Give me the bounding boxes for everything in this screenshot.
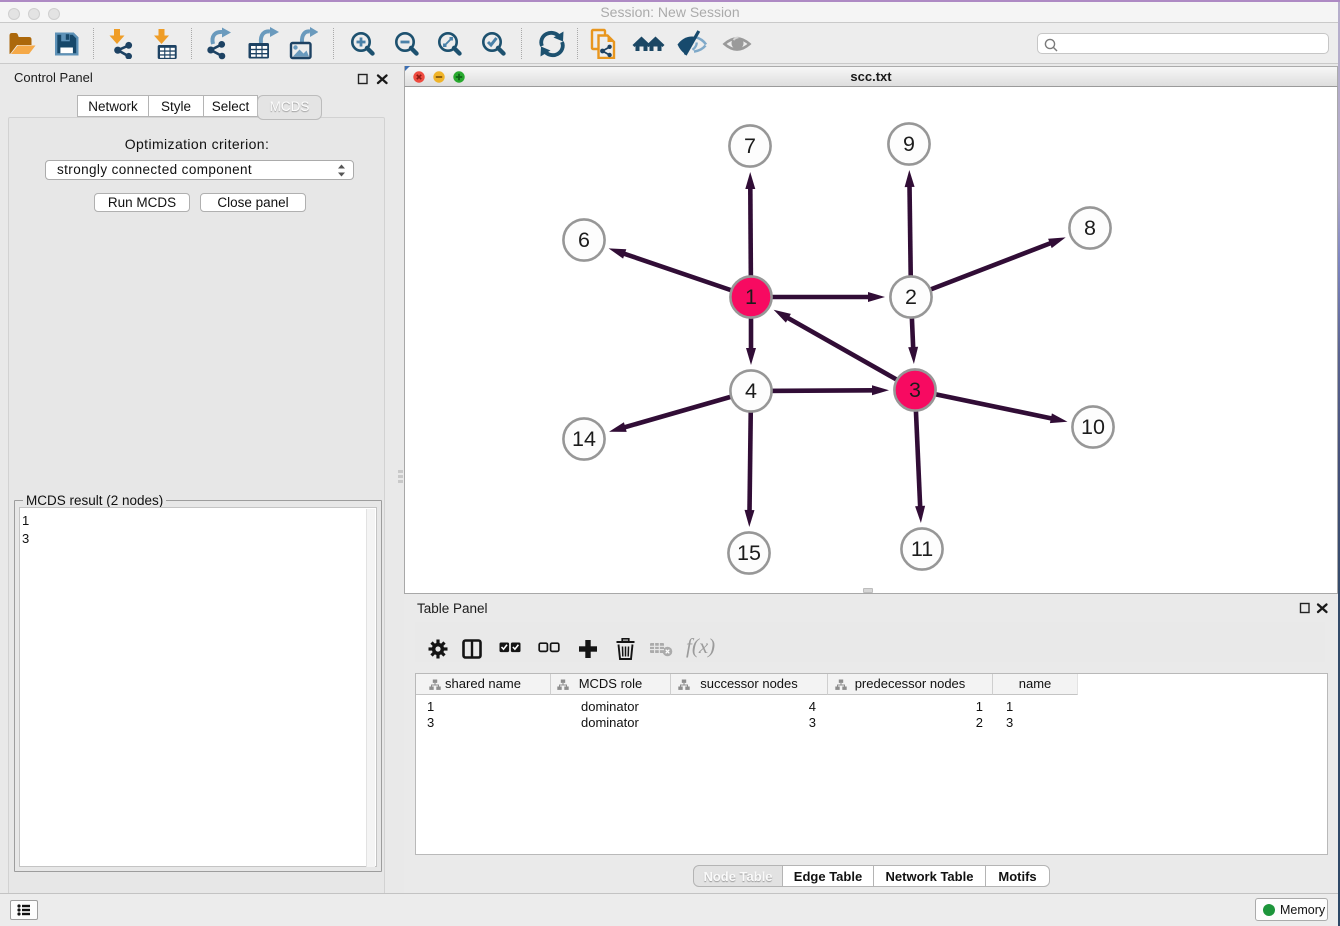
svg-text:11: 11: [911, 537, 933, 561]
svg-text:1: 1: [745, 285, 757, 309]
svg-text:7: 7: [744, 134, 756, 158]
svg-text:4: 4: [745, 379, 757, 403]
svg-text:15: 15: [737, 541, 761, 565]
svg-text:8: 8: [1084, 216, 1096, 240]
svg-text:3: 3: [909, 378, 921, 402]
svg-text:2: 2: [905, 285, 917, 309]
svg-text:9: 9: [903, 132, 915, 156]
svg-text:14: 14: [572, 427, 596, 451]
svg-text:6: 6: [578, 228, 590, 252]
svg-text:10: 10: [1081, 415, 1105, 439]
